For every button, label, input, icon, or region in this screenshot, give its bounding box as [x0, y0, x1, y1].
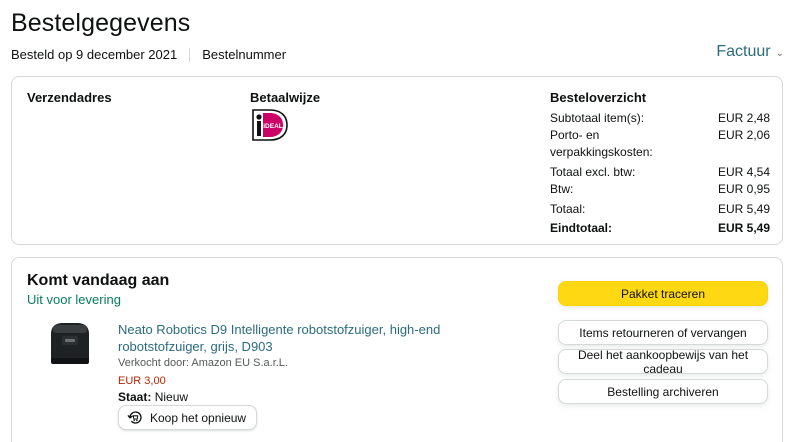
summary-label: Subtotaal item(s):: [550, 111, 645, 125]
order-number-label: Bestelnummer: [202, 47, 287, 62]
share-gift-receipt-button[interactable]: Deel het aankoopbewijs van het cadeau: [558, 348, 768, 376]
condition-value: Nieuw: [154, 390, 189, 404]
return-items-button[interactable]: Items retourneren of vervangen: [558, 320, 768, 345]
product-image[interactable]: [46, 320, 94, 366]
product-price: EUR 3,00: [118, 375, 166, 387]
shipment-card: Komt vandaag aan Uit voor levering Neato…: [11, 257, 783, 442]
delivery-heading: Komt vandaag aan: [27, 272, 170, 289]
summary-value: EUR 4,54: [717, 165, 770, 179]
track-package-button[interactable]: Pakket traceren: [558, 281, 768, 306]
summary-label: Totaal:: [550, 202, 586, 216]
summary-row-subtotal: Subtotaal item(s): EUR 2,48: [550, 110, 770, 127]
ideal-logo-icon: iDEAL: [252, 109, 288, 141]
summary-label: Btw:: [550, 182, 574, 196]
chevron-down-icon: ⌄: [775, 47, 784, 59]
grand-total-value: EUR 5,49: [717, 221, 770, 235]
summary-value: EUR 2,48: [717, 111, 770, 125]
seller-info: Verkocht door: Amazon EU S.a.r.L.: [118, 357, 288, 369]
archive-order-button[interactable]: Bestelling archiveren: [558, 379, 768, 404]
order-summary: Besteloverzicht Subtotaal item(s): EUR 2…: [550, 90, 770, 237]
page-title: Bestelgegevens: [11, 9, 191, 37]
summary-row-excl-vat: Totaal excl. btw: EUR 4,54: [550, 164, 770, 181]
delivery-status: Uit voor levering: [27, 292, 121, 307]
summary-row-shipping: Porto- en verpakkingskosten: EUR 2,06: [550, 127, 770, 161]
grand-total-label: Eindtotaal:: [550, 221, 612, 235]
order-meta: Besteld op 9 december 2021 Bestelnummer: [11, 47, 286, 62]
summary-row-vat: Btw: EUR 0,95: [550, 181, 770, 198]
summary-label: Porto- en verpakkingskosten:: [550, 128, 653, 159]
summary-label: Totaal excl. btw:: [550, 165, 636, 179]
summary-value: EUR 2,06: [717, 128, 770, 142]
ideal-logo-text: iDEAL: [263, 123, 283, 130]
order-summary-title: Besteloverzicht: [550, 90, 647, 105]
buy-again-label: Koop het opnieuw: [150, 410, 247, 425]
order-details-card: Verzendadres Betaalwijze iDEAL Bestelove…: [11, 76, 783, 245]
buy-again-icon: [127, 411, 142, 424]
summary-value: EUR 5,49: [717, 202, 770, 216]
invoice-dropdown[interactable]: Factuur ⌄: [716, 43, 784, 61]
buy-again-button[interactable]: Koop het opnieuw: [118, 405, 258, 430]
product-title-link[interactable]: Neato Robotics D9 Intelligente robotstof…: [118, 321, 518, 355]
summary-row-total: Totaal: EUR 5,49: [550, 201, 770, 218]
shipping-address-heading: Verzendadres: [27, 90, 112, 105]
product-condition: Staat: Nieuw: [118, 390, 188, 404]
summary-row-grand-total: Eindtotaal: EUR 5,49: [550, 220, 770, 237]
invoice-label: Factuur: [716, 43, 771, 60]
condition-label: Staat:: [118, 390, 152, 404]
divider: [189, 47, 191, 62]
payment-method-heading: Betaalwijze: [250, 90, 321, 105]
order-date: Besteld op 9 december 2021: [11, 47, 178, 62]
summary-value: EUR 0,95: [717, 182, 770, 196]
